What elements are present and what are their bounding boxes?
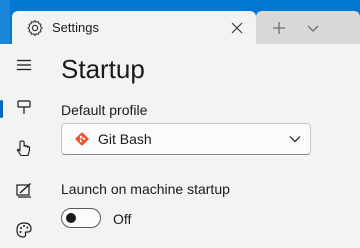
chevron-down-icon — [288, 132, 302, 146]
toggle-knob — [66, 213, 76, 223]
startup-icon — [15, 98, 33, 121]
gear-icon — [26, 19, 44, 37]
nav-item-interaction[interactable] — [0, 134, 48, 168]
nav-item-startup[interactable] — [0, 92, 48, 126]
chevron-down-icon[interactable] — [304, 19, 322, 37]
close-icon[interactable] — [228, 19, 246, 37]
launch-on-startup-toggle[interactable] — [61, 208, 101, 228]
default-profile-label: Default profile — [61, 102, 148, 118]
git-icon — [74, 131, 90, 147]
nav-item-color-schemes[interactable] — [0, 215, 48, 248]
settings-tab[interactable]: Settings — [12, 11, 256, 44]
default-profile-value: Git Bash — [98, 131, 152, 147]
settings-content: Startup Default profile Git Bash Launch … — [48, 44, 360, 248]
nav-item-appearance[interactable] — [0, 175, 48, 209]
plus-icon[interactable] — [270, 19, 288, 37]
page-title: Startup — [61, 54, 145, 84]
window-edge — [0, 0, 10, 44]
appearance-icon — [15, 181, 33, 204]
launch-on-startup-label: Launch on machine startup — [61, 181, 230, 197]
title-bar: Settings — [0, 0, 360, 44]
toggle-state-text: Off — [113, 211, 132, 227]
settings-window: Settings Startup Default profile Git Bas… — [0, 0, 360, 248]
tab-actions — [256, 11, 360, 44]
nav-rail — [0, 44, 48, 248]
tab-title: Settings — [52, 20, 99, 35]
menu-icon[interactable] — [0, 48, 48, 82]
cursor-icon — [15, 140, 33, 163]
palette-icon — [15, 221, 33, 244]
default-profile-dropdown[interactable]: Git Bash — [61, 123, 311, 155]
